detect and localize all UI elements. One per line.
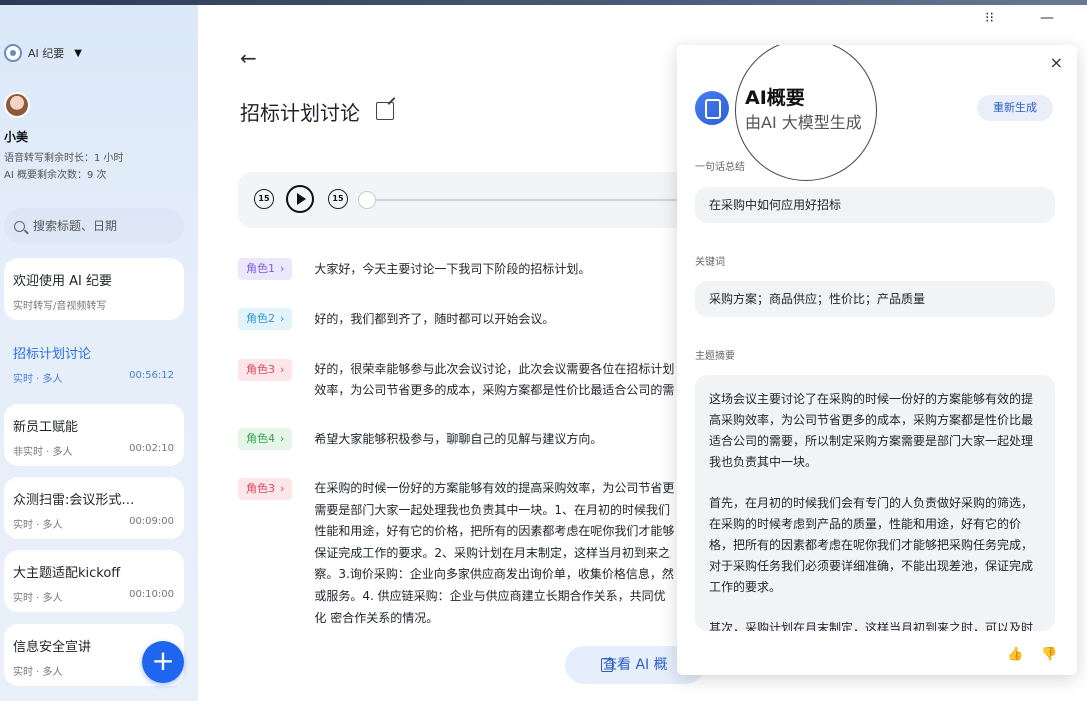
item-title: 欢迎使用 AI 纪要: [13, 274, 112, 289]
item-meta: 实时 · 多人: [13, 593, 63, 604]
item-meta: 非实时 · 多人: [13, 447, 73, 458]
transcript-row: 角色1 › 大家好，今天主要讨论一下我司下阶段的招标计划。: [238, 258, 678, 280]
utterance-text: 希望大家能够积极参与，聊聊自己的见解与建议方向。: [314, 432, 603, 446]
item-title: 信息安全宣讲: [13, 640, 92, 655]
regenerate-button[interactable]: 重新生成: [977, 95, 1053, 121]
thumbs-up-icon[interactable]: 👍: [1007, 647, 1023, 662]
panel-subtitle: 由AI 大模型生成: [745, 113, 862, 132]
transcript-row: 角色4 › 希望大家能够积极参与，聊聊自己的见解与建议方向。: [238, 428, 678, 450]
ai-doc-icon: [601, 658, 613, 672]
avatar[interactable]: [4, 92, 30, 118]
speaker-tag[interactable]: 角色2 ›: [238, 308, 293, 330]
item-title: 招标计划讨论: [13, 347, 92, 362]
back-arrow-icon[interactable]: ←: [240, 46, 257, 70]
summary-box: 这场会议主要讨论了在采购的时候一份好的方案能够有效的提高采购效率，为公司节省更多…: [695, 375, 1055, 631]
ai-quota: AI 概要剩余次数：9 次: [4, 170, 107, 181]
item-meta: 实时转写/音视频转写: [13, 301, 107, 312]
search-icon: [14, 220, 25, 232]
panel-title: AI概要: [745, 87, 805, 109]
chevron-right-icon: ›: [280, 363, 285, 376]
summary-paragraph: 这场会议主要讨论了在采购的时候一份好的方案能够有效的提高采购效率，为公司节省更多…: [709, 392, 1034, 469]
speaker-tag[interactable]: 角色3 ›: [238, 478, 293, 500]
chevron-right-icon: ›: [280, 262, 285, 275]
play-button[interactable]: [286, 185, 314, 213]
speaker-label: 角色3: [246, 363, 275, 376]
skip-forward-15-button[interactable]: 15: [328, 189, 348, 209]
list-item[interactable]: 新员工赋能 非实时 · 多人 00:02:10: [4, 404, 184, 466]
summary-paragraph: 其次，采购计划在月末制定，这样当月初到来之时，可以及时: [709, 621, 1034, 631]
skip-back-15-button[interactable]: 15: [254, 189, 274, 209]
one-sentence-summary: 在采购中如何应用好招标: [695, 187, 1055, 223]
transcript-row: 角色2 › 好的，我们都到齐了，随时都可以开始会议。: [238, 308, 678, 330]
item-meta: 实时 · 多人: [13, 374, 63, 385]
item-duration: 00:56:12: [129, 370, 174, 381]
layout-icon[interactable]: ⁝⁝: [985, 10, 994, 26]
speaker-label: 角色2: [246, 312, 275, 325]
progress-track[interactable]: [368, 199, 688, 201]
list-item[interactable]: 大主题适配kickoff 实时 · 多人 00:10:00: [4, 550, 184, 612]
speaker-tag[interactable]: 角色4 ›: [238, 428, 293, 450]
ai-summary-panel: × AI概要 由AI 大模型生成 重新生成 一句话总结 在采购中如何应用好招标 …: [677, 45, 1077, 675]
summary-paragraph: 首先，在月初的时候我们会有专门的人负责做好采购的筛选，在采购的时候考虑到产品的质…: [709, 496, 1034, 594]
speaker-tag[interactable]: 角色3 ›: [238, 359, 293, 381]
list-item-active[interactable]: 招标计划讨论 实时 · 多人 00:56:12: [4, 331, 184, 393]
speaker-tag[interactable]: 角色1 ›: [238, 258, 293, 280]
close-icon[interactable]: ×: [1050, 53, 1063, 72]
one-sentence-label: 一句话总结: [695, 162, 745, 173]
app-brand-menu[interactable]: AI 纪要 ▼: [4, 44, 82, 62]
progress-handle[interactable]: [358, 191, 376, 209]
speaker-label: 角色3: [246, 482, 275, 495]
transcript-row: 角色3 › 在采购的时候一份好的方案能够有效的提高采购效率，为公司节省更 需要是部…: [238, 478, 678, 629]
user-name: 小美: [4, 130, 29, 144]
utterance-text: 好的，我们都到齐了，随时都可以开始会议。: [314, 312, 555, 326]
search-box[interactable]: [4, 208, 184, 244]
utterance-text: 好的，很荣幸能够参与此次会议讨论，此次会议需要各位在招标计划 效率，为公司节省更…: [314, 362, 675, 397]
app-logo-icon: [4, 44, 22, 62]
page-title: 招标计划讨论: [240, 101, 360, 125]
speaker-label: 角色1: [246, 262, 275, 275]
keywords-label: 关键词: [695, 257, 725, 268]
voice-quota: 语音转写剩余时长：1 小时: [4, 153, 124, 164]
edit-icon[interactable]: [376, 102, 394, 120]
caret-down-icon: ▼: [74, 47, 82, 59]
item-title: 新员工赋能: [13, 420, 79, 435]
utterance-text: 大家好，今天主要讨论一下我司下阶段的招标计划。: [314, 262, 591, 276]
chevron-right-icon: ›: [280, 432, 285, 445]
minimize-button[interactable]: —: [1040, 10, 1054, 26]
item-duration: 00:09:00: [129, 516, 174, 527]
item-title: 大主题适配kickoff: [13, 566, 121, 581]
keywords-value: 采购方案；商品供应；性价比；产品质量: [695, 281, 1055, 317]
search-input[interactable]: [33, 219, 173, 233]
list-item[interactable]: 欢迎使用 AI 纪要 实时转写/音视频转写: [4, 258, 184, 320]
audio-player: 15 15: [238, 172, 698, 228]
summary-label: 主题摘要: [695, 351, 735, 362]
item-duration: 00:10:00: [129, 589, 174, 600]
item-duration: 00:02:10: [129, 443, 174, 454]
new-recording-button[interactable]: +: [142, 641, 184, 683]
item-meta: 实时 · 多人: [13, 520, 63, 531]
transcript-row: 角色3 › 好的，很荣幸能够参与此次会议讨论，此次会议需要各位在招标计划 效率，为…: [238, 359, 678, 401]
app-name: AI 纪要: [28, 47, 65, 60]
utterance-text: 在采购的时候一份好的方案能够有效的提高采购效率，为公司节省更 需要是部门大家一起…: [314, 481, 675, 625]
chevron-right-icon: ›: [280, 482, 285, 495]
item-title: 众测扫雷:会议形式集...: [13, 493, 143, 508]
speaker-label: 角色4: [246, 432, 275, 445]
thumbs-down-icon[interactable]: 👎: [1041, 647, 1057, 662]
list-item[interactable]: 众测扫雷:会议形式集... 实时 · 多人 00:09:00: [4, 477, 184, 539]
item-meta: 实时 · 多人: [13, 667, 63, 678]
chevron-right-icon: ›: [280, 312, 285, 325]
ai-logo-icon: [695, 91, 729, 125]
